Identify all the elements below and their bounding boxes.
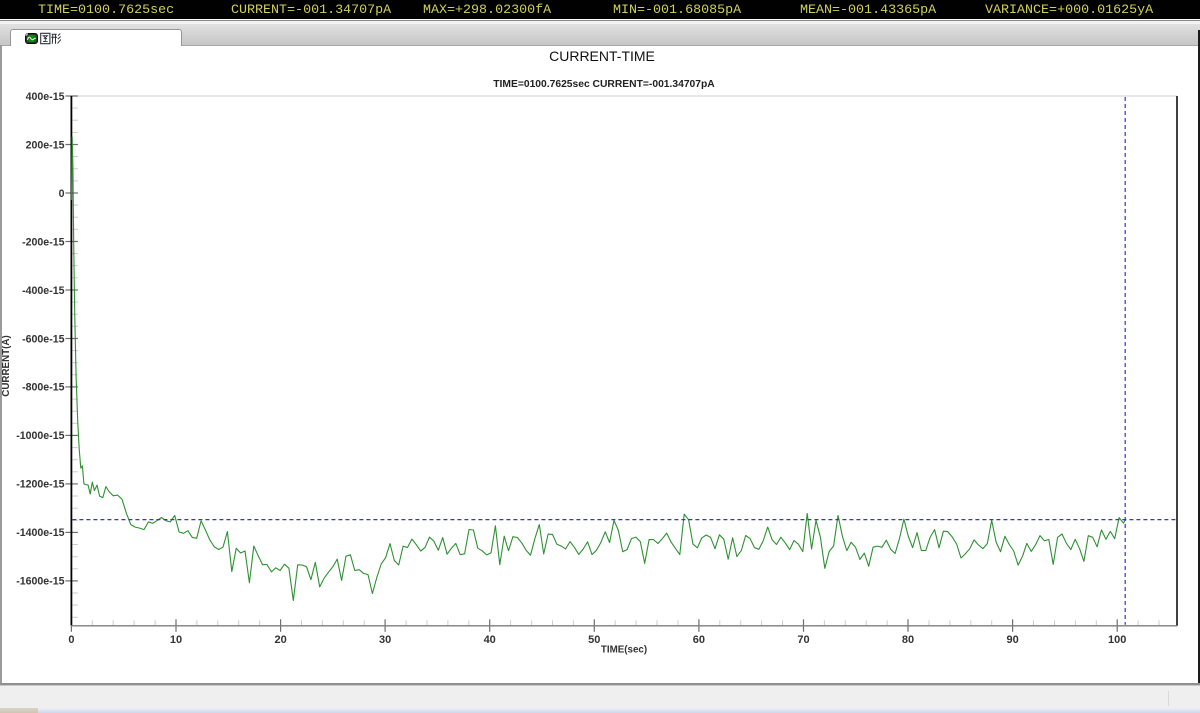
svg-text:-600e-15: -600e-15 <box>22 333 65 345</box>
svg-text:TIME(sec): TIME(sec) <box>601 644 647 655</box>
svg-text:-1200e-15: -1200e-15 <box>16 479 64 491</box>
svg-text:30: 30 <box>379 634 391 646</box>
svg-text:-400e-15: -400e-15 <box>22 285 65 297</box>
svg-text:0: 0 <box>59 188 65 200</box>
svg-text:90: 90 <box>1006 634 1018 646</box>
svg-text:80: 80 <box>902 634 914 646</box>
svg-text:-200e-15: -200e-15 <box>22 236 65 248</box>
svg-text:-1400e-15: -1400e-15 <box>16 527 64 539</box>
svg-text:70: 70 <box>797 634 809 646</box>
svg-text:-1000e-15: -1000e-15 <box>16 430 64 442</box>
svg-text:100: 100 <box>1108 634 1126 646</box>
svg-text:60: 60 <box>693 634 705 646</box>
svg-text:20: 20 <box>274 634 286 646</box>
svg-text:400e-15: 400e-15 <box>26 91 65 103</box>
svg-text:50: 50 <box>588 634 600 646</box>
svg-text:200e-15: 200e-15 <box>26 139 65 151</box>
svg-text:10: 10 <box>170 634 182 646</box>
svg-text:-800e-15: -800e-15 <box>22 382 65 394</box>
svg-text:40: 40 <box>484 634 496 646</box>
svg-text:CURRENT-TIME: CURRENT-TIME <box>549 48 655 64</box>
svg-text:TIME=0100.7625sec CURRENT=-001: TIME=0100.7625sec CURRENT=-001.34707pA <box>493 79 715 90</box>
svg-text:0: 0 <box>68 634 74 646</box>
svg-text:-1600e-15: -1600e-15 <box>16 576 64 588</box>
svg-text:CURRENT(A): CURRENT(A) <box>1 335 12 397</box>
